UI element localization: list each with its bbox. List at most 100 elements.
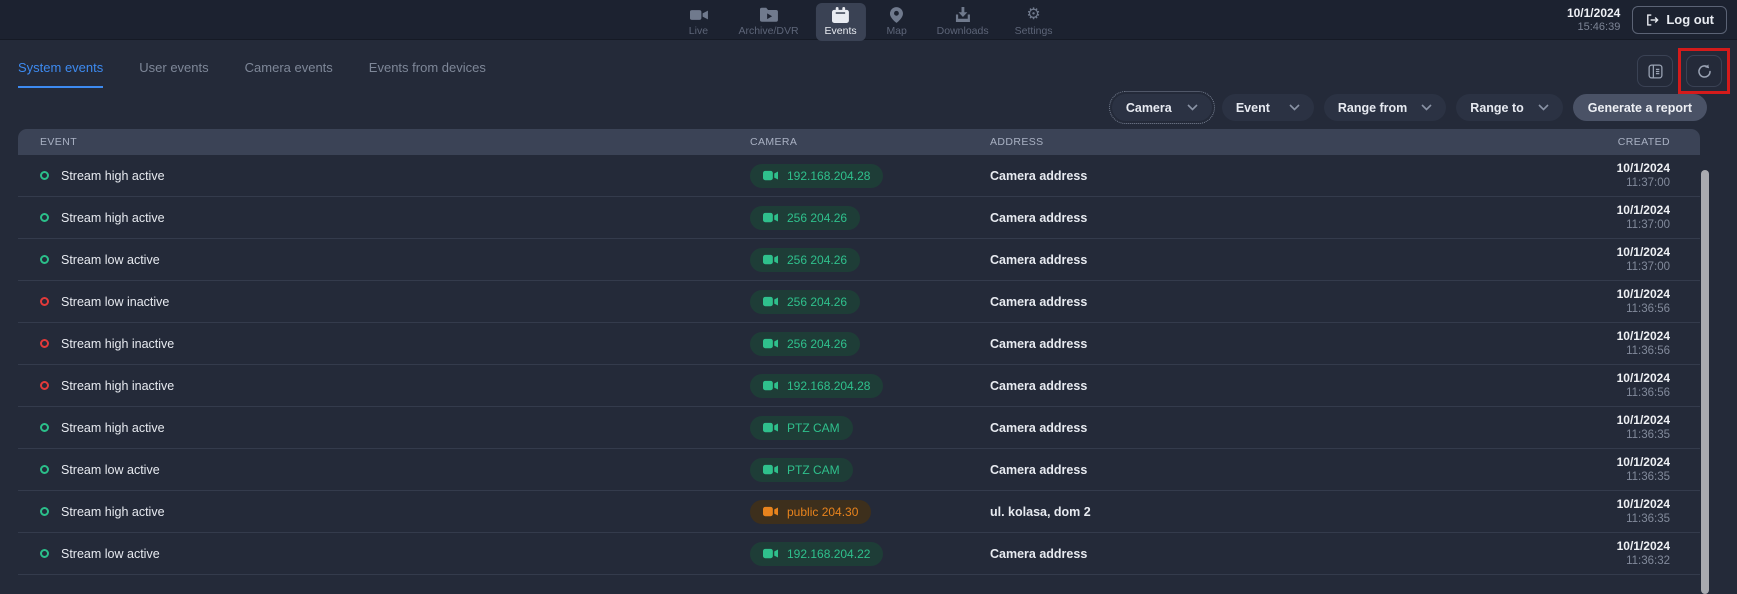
created-cell: 10/1/2024 11:36:56 bbox=[1500, 287, 1670, 316]
camera-badge[interactable]: 256 204.26 bbox=[750, 290, 860, 314]
vertical-scrollbar-thumb[interactable] bbox=[1701, 170, 1709, 594]
nav-item-events[interactable]: Events bbox=[816, 3, 866, 41]
column-header-created: CREATED bbox=[1500, 136, 1670, 148]
created-time: 11:36:56 bbox=[1500, 386, 1670, 400]
camera-badge[interactable]: PTZ CAM bbox=[750, 416, 853, 440]
table-row[interactable]: Stream high active PTZ CAM Camera addres… bbox=[18, 407, 1700, 449]
nav-item-label: Downloads bbox=[937, 25, 989, 37]
table-row[interactable]: Stream high active 192.168.204.28 Camera… bbox=[18, 155, 1700, 197]
top-bar: Live Archive/DVR Events Map Downloads bbox=[0, 0, 1737, 40]
clock: 10/1/2024 15:46:39 bbox=[1567, 6, 1620, 34]
address-cell: ul. kolasa, dom 2 bbox=[990, 505, 1500, 519]
column-header-camera: CAMERA bbox=[750, 136, 990, 148]
event-label: Stream low inactive bbox=[61, 295, 169, 309]
created-cell: 10/1/2024 11:36:35 bbox=[1500, 497, 1670, 526]
camera-badge[interactable]: PTZ CAM bbox=[750, 458, 853, 482]
folder-archive-icon bbox=[759, 6, 777, 23]
camera-filter-dropdown[interactable]: Camera bbox=[1112, 94, 1212, 121]
created-time: 11:37:00 bbox=[1500, 260, 1670, 274]
created-time: 11:36:35 bbox=[1500, 512, 1670, 526]
camera-cell: 192.168.204.22 bbox=[750, 542, 990, 566]
table-row[interactable]: Stream high active 256 204.26 Camera add… bbox=[18, 197, 1700, 239]
refresh-button[interactable] bbox=[1686, 55, 1722, 87]
camera-cell: 192.168.204.28 bbox=[750, 164, 990, 188]
nav-item-map[interactable]: Map bbox=[874, 3, 920, 41]
event-label: Stream high active bbox=[61, 211, 165, 225]
tab-camera-events[interactable]: Camera events bbox=[245, 60, 333, 88]
generate-report-button[interactable]: Generate a report bbox=[1573, 94, 1707, 121]
camera-badge[interactable]: 256 204.26 bbox=[750, 248, 860, 272]
camera-cell: 256 204.26 bbox=[750, 332, 990, 356]
tab-events-from-devices[interactable]: Events from devices bbox=[369, 60, 486, 88]
created-time: 11:36:32 bbox=[1500, 554, 1670, 568]
created-date: 10/1/2024 bbox=[1500, 161, 1670, 176]
address-cell: Camera address bbox=[990, 463, 1500, 477]
camera-badge[interactable]: 256 204.26 bbox=[750, 332, 860, 356]
event-cell: Stream high active bbox=[40, 505, 750, 519]
logout-button[interactable]: Log out bbox=[1632, 6, 1727, 34]
camera-badge[interactable]: public 204.30 bbox=[750, 500, 871, 524]
camera-badge[interactable]: 192.168.204.28 bbox=[750, 374, 883, 398]
nav-item-label: Archive/DVR bbox=[738, 25, 798, 37]
created-date: 10/1/2024 bbox=[1500, 455, 1670, 470]
created-cell: 10/1/2024 11:36:35 bbox=[1500, 413, 1670, 442]
created-cell: 10/1/2024 11:37:00 bbox=[1500, 161, 1670, 190]
table-row[interactable]: Stream low inactive 256 204.26 Camera ad… bbox=[18, 281, 1700, 323]
nav-item-settings[interactable]: ⚙ Settings bbox=[1006, 3, 1062, 41]
range-from-dropdown[interactable]: Range from bbox=[1324, 94, 1446, 121]
camera-icon bbox=[763, 254, 778, 265]
nav-item-downloads[interactable]: Downloads bbox=[928, 3, 998, 41]
camera-icon bbox=[763, 380, 778, 391]
event-cell: Stream high active bbox=[40, 211, 750, 225]
status-dot-icon bbox=[40, 381, 49, 390]
camera-icon bbox=[763, 506, 778, 517]
event-label: Stream high active bbox=[61, 169, 165, 183]
chevron-down-icon bbox=[1538, 104, 1549, 111]
table-row[interactable]: Stream high inactive 256 204.26 Camera a… bbox=[18, 323, 1700, 365]
created-date: 10/1/2024 bbox=[1500, 287, 1670, 302]
download-icon bbox=[955, 6, 971, 23]
address-cell: Camera address bbox=[990, 253, 1500, 267]
main-navigation: Live Archive/DVR Events Map Downloads bbox=[675, 0, 1061, 40]
event-label: Stream high active bbox=[61, 505, 165, 519]
camera-icon bbox=[763, 170, 778, 181]
camera-badge[interactable]: 192.168.204.22 bbox=[750, 542, 883, 566]
address-cell: Camera address bbox=[990, 295, 1500, 309]
gear-icon: ⚙ bbox=[1026, 6, 1040, 23]
table-row[interactable]: Stream high active public 204.30 ul. kol… bbox=[18, 491, 1700, 533]
status-dot-icon bbox=[40, 297, 49, 306]
status-dot-icon bbox=[40, 213, 49, 222]
range-to-label: Range to bbox=[1470, 101, 1523, 115]
report-list-button[interactable] bbox=[1637, 55, 1673, 87]
table-toolbar bbox=[1637, 55, 1721, 87]
created-cell: 10/1/2024 11:37:00 bbox=[1500, 245, 1670, 274]
created-date: 10/1/2024 bbox=[1500, 413, 1670, 428]
tab-user-events[interactable]: User events bbox=[139, 60, 208, 88]
event-cell: Stream low active bbox=[40, 463, 750, 477]
camera-badge[interactable]: 192.168.204.28 bbox=[750, 164, 883, 188]
created-date: 10/1/2024 bbox=[1500, 497, 1670, 512]
status-dot-icon bbox=[40, 507, 49, 516]
tab-system-events[interactable]: System events bbox=[18, 60, 103, 88]
camera-badge[interactable]: 256 204.26 bbox=[750, 206, 860, 230]
table-row[interactable]: Stream low active 256 204.26 Camera addr… bbox=[18, 239, 1700, 281]
current-time: 15:46:39 bbox=[1567, 21, 1620, 34]
table-row[interactable]: Stream low active PTZ CAM Camera address… bbox=[18, 449, 1700, 491]
camera-filter-label: Camera bbox=[1126, 101, 1172, 115]
table-row[interactable]: Stream high inactive 192.168.204.28 Came… bbox=[18, 365, 1700, 407]
filters-bar: Camera Event Range from Range to Generat… bbox=[0, 94, 1707, 121]
address-cell: Camera address bbox=[990, 211, 1500, 225]
table-row[interactable]: Stream low active 192.168.204.22 Camera … bbox=[18, 533, 1700, 575]
logout-icon bbox=[1645, 13, 1659, 27]
camera-cell: PTZ CAM bbox=[750, 458, 990, 482]
range-to-dropdown[interactable]: Range to bbox=[1456, 94, 1562, 121]
nav-item-archive-dvr[interactable]: Archive/DVR bbox=[729, 3, 807, 41]
event-label: Stream low active bbox=[61, 253, 160, 267]
camera-badge-label: 256 204.26 bbox=[787, 253, 847, 267]
created-date: 10/1/2024 bbox=[1500, 329, 1670, 344]
created-date: 10/1/2024 bbox=[1500, 539, 1670, 554]
event-filter-dropdown[interactable]: Event bbox=[1222, 94, 1314, 121]
nav-item-live[interactable]: Live bbox=[675, 3, 721, 41]
event-label: Stream high active bbox=[61, 421, 165, 435]
event-cell: Stream low active bbox=[40, 547, 750, 561]
